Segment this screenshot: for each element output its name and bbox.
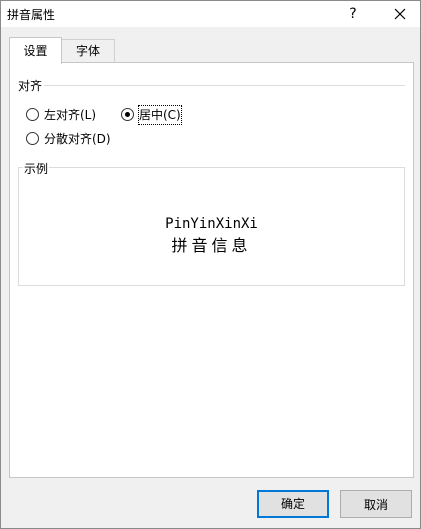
example-characters-text: 拼音信息	[171, 236, 252, 255]
alignment-group-label: 对齐	[18, 79, 43, 93]
cancel-button[interactable]: 取消	[340, 490, 412, 518]
example-label: 示例	[23, 160, 50, 177]
close-button[interactable]	[389, 4, 411, 24]
close-icon	[394, 8, 406, 20]
ok-button[interactable]: 确定	[257, 490, 329, 518]
radio-left-align-circle	[26, 108, 39, 121]
example-pinyin-text: PinYinXinXi	[165, 216, 258, 232]
radio-center-align-label: 居中(C)	[138, 105, 182, 125]
radio-distributed-align-circle	[26, 132, 39, 145]
radio-left-align[interactable]: 左对齐(L)	[26, 106, 116, 124]
settings-panel: 对齐 左对齐(L) 居中(C) 分散对齐(D) 示例 PinYinXinXi 拼…	[9, 62, 414, 478]
radio-selected-dot	[125, 112, 130, 117]
alignment-divider	[44, 85, 405, 86]
radio-center-align-circle	[121, 108, 134, 121]
tab-settings[interactable]: 设置	[9, 37, 62, 64]
radio-distributed-align[interactable]: 分散对齐(D)	[26, 130, 136, 148]
radio-center-align[interactable]: 居中(C)	[121, 105, 201, 125]
help-button[interactable]: ?	[342, 4, 364, 24]
example-preview: 示例 PinYinXinXi 拼音信息	[18, 160, 405, 286]
tab-strip: 设置 字体	[9, 37, 413, 64]
pinyin-properties-dialog: 拼音属性 ? 设置 字体 对齐 左对齐(L) 居中(C) 分散对齐(D) 示例	[0, 0, 421, 529]
radio-distributed-align-label: 分散对齐(D)	[44, 132, 111, 146]
radio-left-align-label: 左对齐(L)	[44, 108, 97, 122]
title-bar: 拼音属性 ?	[1, 1, 420, 27]
tab-font[interactable]: 字体	[61, 39, 115, 63]
window-title: 拼音属性	[7, 8, 56, 22]
